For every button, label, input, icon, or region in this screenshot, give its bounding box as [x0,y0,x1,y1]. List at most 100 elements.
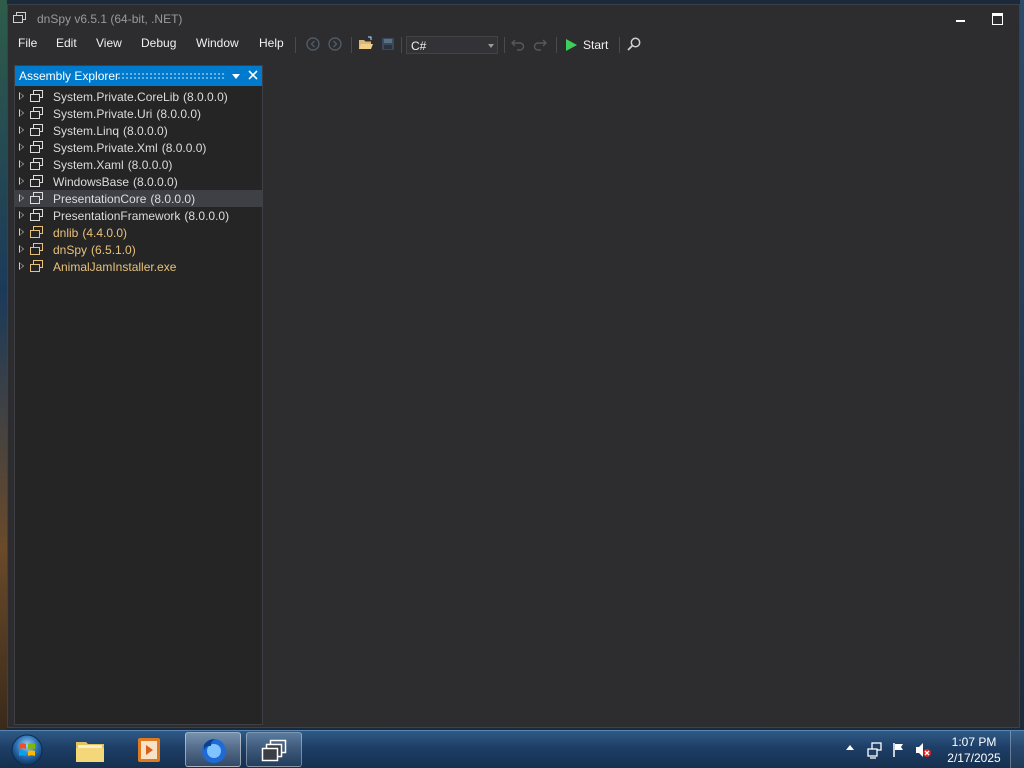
assembly-version: (8.0.0.0) [184,209,230,223]
assembly-tree: System.Private.CoreLib (8.0.0.0) System.Pr… [15,88,262,275]
taskbar-media-player-button[interactable] [122,732,178,767]
assembly-icon [30,107,43,119]
dnspy-window: dnSpy v6.5.1 (64-bit, .NET) File Edit Vi… [7,4,1020,728]
undo-icon[interactable] [510,36,526,52]
tree-item[interactable]: System.Xaml (8.0.0.0) [15,156,262,173]
open-folder-icon[interactable] [358,36,374,52]
tree-item-label: dnlib (4.4.0.0) [53,226,127,240]
tree-item[interactable]: System.Linq (8.0.0.0) [15,122,262,139]
forward-icon[interactable] [327,36,343,52]
assembly-name: PresentationFramework [53,209,181,223]
taskbar-clock[interactable]: 1:07 PM 2/17/2025 [940,734,1008,766]
maximize-button[interactable] [987,10,1007,26]
menu-file[interactable]: File [18,36,37,50]
toolbar-separator [619,37,620,53]
expand-arrow-icon[interactable] [19,228,24,236]
volume-muted-icon[interactable] [914,741,932,759]
tree-item[interactable]: AnimalJamInstaller.exe [15,258,262,275]
assembly-name: System.Xaml [53,158,124,172]
menu-window[interactable]: Window [196,36,239,50]
network-icon[interactable] [866,741,884,759]
assembly-name: System.Private.CoreLib [53,90,180,104]
assembly-name: dnlib [53,226,79,240]
assembly-icon [30,141,43,153]
assembly-icon [30,209,43,221]
taskbar-firefox-button[interactable] [185,732,241,767]
title-bar[interactable]: dnSpy v6.5.1 (64-bit, .NET) [8,5,1019,31]
assembly-version: (6.5.1.0) [91,243,136,257]
expand-arrow-icon[interactable] [19,126,24,134]
assembly-icon [30,90,43,102]
tree-item[interactable]: PresentationFramework (8.0.0.0) [15,207,262,224]
tree-item[interactable]: System.Private.Uri (8.0.0.0) [15,105,262,122]
language-select[interactable]: C# [406,36,498,54]
menu-view[interactable]: View [96,36,122,50]
expand-arrow-icon[interactable] [19,143,24,151]
tree-item-label: System.Private.Xml (8.0.0.0) [53,141,206,155]
start-debugging-button[interactable]: Start [562,36,614,54]
play-icon [566,39,577,51]
toolbar-separator [556,37,557,53]
expand-arrow-icon[interactable] [19,245,24,253]
action-center-flag-icon[interactable] [890,741,908,759]
firefox-icon [202,739,226,763]
close-icon[interactable] [246,68,260,82]
tree-item-label: PresentationCore (8.0.0.0) [53,192,195,206]
chevron-down-icon [488,44,494,48]
expand-arrow-icon[interactable] [19,160,24,168]
assembly-name: System.Private.Uri [53,107,153,121]
tree-item[interactable]: dnSpy (6.5.1.0) [15,241,262,258]
windows-start-orb-icon[interactable] [8,733,46,767]
tree-item[interactable]: WindowsBase (8.0.0.0) [15,173,262,190]
menu-help[interactable]: Help [259,36,284,50]
menu-debug[interactable]: Debug [141,36,176,50]
expand-arrow-icon[interactable] [19,92,24,100]
assembly-version: (8.0.0.0) [156,107,202,121]
menu-bar: File Edit View Debug Window Help C# Star… [8,31,1019,57]
toolbar-separator [504,37,505,53]
taskbar-file-explorer-button[interactable] [62,732,118,767]
show-hidden-icons-chevron-up-icon[interactable] [846,745,854,750]
assembly-version: (8.0.0.0) [161,141,207,155]
assembly-name: System.Linq [53,124,120,138]
minimize-button[interactable] [951,10,971,26]
tree-item[interactable]: PresentationCore (8.0.0.0) [15,190,262,207]
expand-arrow-icon[interactable] [19,194,24,202]
assembly-icon [30,243,43,255]
expand-arrow-icon[interactable] [19,262,24,270]
tree-item-label: WindowsBase (8.0.0.0) [53,175,178,189]
assembly-version: (8.0.0.0) [150,192,196,206]
tree-item[interactable]: dnlib (4.4.0.0) [15,224,262,241]
dnspy-icon [261,739,287,762]
assembly-version: (8.0.0.0) [123,124,168,138]
desktop-background-left [0,0,7,730]
assembly-name: PresentationCore [53,192,147,206]
tree-item[interactable]: System.Private.CoreLib (8.0.0.0) [15,88,262,105]
expand-arrow-icon[interactable] [19,177,24,185]
redo-icon[interactable] [532,36,548,52]
toolbar-separator [401,37,402,53]
language-value: C# [411,39,427,53]
save-all-icon[interactable] [380,36,396,52]
start-label: Start [583,38,609,52]
toolbar-separator [295,37,296,53]
media-player-icon [138,738,160,762]
clock-date: 2/17/2025 [947,751,1001,765]
assembly-name: System.Private.Xml [53,141,158,155]
taskbar-dnspy-button[interactable] [246,732,302,767]
assembly-version: (4.4.0.0) [82,226,128,240]
expand-arrow-icon[interactable] [19,109,24,117]
drag-handle[interactable] [117,72,225,80]
tree-item[interactable]: System.Private.Xml (8.0.0.0) [15,139,262,156]
assembly-explorer-header[interactable]: Assembly Explorer [15,66,262,86]
menu-edit[interactable]: Edit [56,36,77,50]
back-icon[interactable] [305,36,321,52]
expand-arrow-icon[interactable] [19,211,24,219]
panel-menu-chevron-down-icon[interactable] [232,74,240,79]
assembly-version: (8.0.0.0) [183,90,228,104]
assembly-version: (8.0.0.0) [133,175,178,189]
show-desktop-button[interactable] [1010,731,1024,768]
search-icon[interactable] [626,36,642,52]
assembly-icon [30,175,43,187]
tree-item-label: System.Linq (8.0.0.0) [53,124,168,138]
